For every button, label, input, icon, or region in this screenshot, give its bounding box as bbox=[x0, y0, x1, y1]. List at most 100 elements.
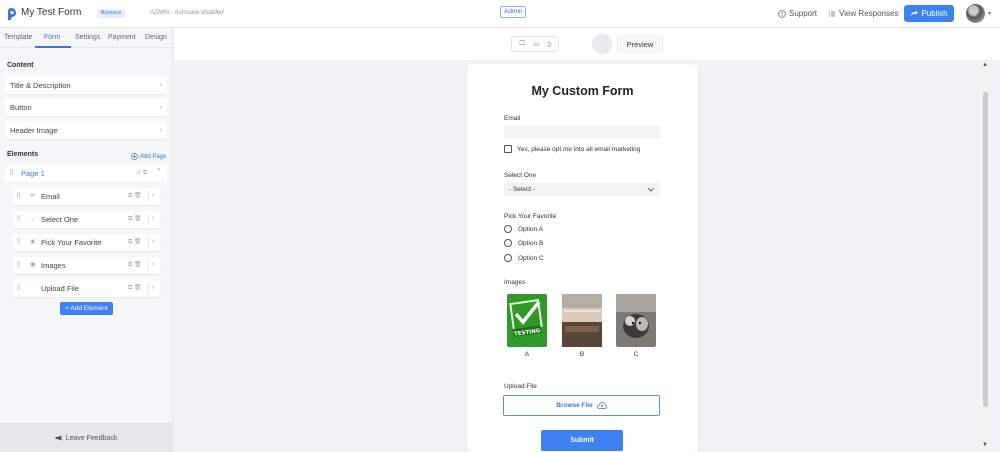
favorite-label: Pick Your Favorite bbox=[504, 213, 557, 220]
element-actions-icons[interactable]: ⧉ 🗑 bbox=[128, 192, 142, 200]
scrollbar-thumb[interactable] bbox=[983, 92, 988, 407]
element-label: Upload File bbox=[41, 284, 79, 293]
image-caption-b: B bbox=[579, 351, 585, 358]
svg-text:?: ? bbox=[781, 12, 784, 18]
tab-form[interactable]: Form bbox=[44, 34, 60, 41]
sidebar-tabs: Template Form Settings Payment Design bbox=[0, 28, 172, 48]
active-tab-indicator bbox=[35, 46, 71, 48]
opt-in-checkbox[interactable] bbox=[504, 145, 512, 153]
desktop-icon[interactable]: 🖵 bbox=[519, 41, 525, 48]
image-caption-c: C bbox=[633, 351, 639, 358]
admin-badge[interactable]: Admin bbox=[500, 6, 527, 18]
chevron-right-icon[interactable]: › bbox=[152, 261, 154, 268]
browse-file-button[interactable]: Browse File bbox=[503, 395, 660, 416]
image-option-b[interactable] bbox=[562, 294, 602, 347]
form-preview-card: My Custom Form Email Yes, please opt me … bbox=[467, 64, 698, 452]
radio-option-c[interactable]: Option C bbox=[504, 254, 544, 262]
tab-design[interactable]: Design bbox=[145, 34, 167, 41]
tab-template[interactable]: Template bbox=[4, 34, 32, 41]
drag-handle-icon[interactable]: ⠿ bbox=[16, 261, 21, 269]
divider bbox=[148, 214, 149, 225]
radio-button[interactable] bbox=[504, 239, 512, 247]
logo-icon[interactable] bbox=[5, 7, 17, 21]
page-actions-icons[interactable]: ◎ ⧉ bbox=[136, 169, 147, 177]
drag-handle-icon[interactable]: ⠿ bbox=[9, 169, 14, 177]
radio-label: Option A bbox=[518, 225, 543, 233]
add-page-label: Add Page bbox=[140, 153, 167, 160]
chevron-right-icon[interactable]: › bbox=[152, 192, 154, 199]
drag-handle-icon[interactable]: ⠿ bbox=[16, 192, 21, 200]
element-actions-icons[interactable]: ⧉ 🗑 bbox=[128, 215, 142, 223]
content-item-title-description[interactable]: Title & Description › bbox=[5, 76, 167, 94]
add-element-button[interactable]: + Add Element bbox=[60, 302, 113, 315]
content-item-button[interactable]: Button › bbox=[5, 98, 167, 116]
page-row[interactable]: ⠿ Page 1 ◎ ⧉ ^ bbox=[5, 165, 167, 182]
element-row-email[interactable]: ⠿ ✉ Email ⧉ 🗑 › bbox=[13, 188, 160, 205]
email-label: Email bbox=[504, 115, 521, 122]
chevron-up-icon[interactable]: ^ bbox=[157, 168, 160, 175]
radio-option-b[interactable]: Option B bbox=[504, 239, 543, 247]
envelope-icon: ✉ bbox=[30, 193, 36, 199]
chevron-right-icon: › bbox=[159, 103, 162, 111]
radio-option-a[interactable]: Option A bbox=[504, 225, 543, 233]
select-dropdown[interactable]: - Select - bbox=[504, 183, 660, 196]
radio-button[interactable] bbox=[504, 254, 512, 262]
divider bbox=[148, 260, 149, 271]
opt-in-checkbox-row[interactable]: Yes, please opt me into all email market… bbox=[504, 145, 640, 153]
drag-handle-icon[interactable]: ⠿ bbox=[16, 284, 21, 292]
preview-toolbar: 🖵 ▭ ▯ Preview bbox=[174, 28, 1000, 61]
chevron-right-icon[interactable]: › bbox=[152, 215, 154, 222]
content-heading: Content bbox=[7, 62, 34, 69]
scroll-up-icon[interactable]: ▲ bbox=[982, 62, 988, 68]
preview-button[interactable]: Preview bbox=[617, 35, 663, 53]
element-label: Pick Your Favorite bbox=[41, 238, 102, 247]
drag-handle-icon[interactable]: ⠿ bbox=[16, 238, 21, 246]
view-responses-link[interactable]: View Responses bbox=[828, 9, 898, 18]
element-label: Email bbox=[41, 192, 60, 201]
element-actions-icons[interactable]: ⧉ 🗑 bbox=[128, 238, 142, 246]
chevron-down-icon[interactable]: ▾ bbox=[988, 10, 991, 17]
divider bbox=[148, 191, 149, 202]
element-actions-icons[interactable]: ⧉ 🗑 bbox=[128, 261, 142, 269]
opt-in-label: Yes, please opt me into all email market… bbox=[517, 145, 641, 153]
mobile-icon[interactable]: ▯ bbox=[547, 41, 550, 48]
element-row-upload-file[interactable]: ⠿ ◌ Upload File ⧉ 🗑 › bbox=[13, 280, 160, 297]
email-field[interactable] bbox=[504, 126, 660, 139]
image-option-a[interactable]: TESTING bbox=[507, 294, 547, 347]
content-item-label: Header Image bbox=[10, 125, 58, 135]
content-item-label: Button bbox=[10, 102, 32, 112]
page-label: Page 1 bbox=[21, 169, 45, 178]
add-page-button[interactable]: Add Page bbox=[131, 153, 166, 160]
drag-handle-icon[interactable]: ⠿ bbox=[16, 215, 21, 223]
element-row-select-one[interactable]: ⠿ ⌄ Select One ⧉ 🗑 › bbox=[13, 211, 160, 228]
chevron-right-icon: › bbox=[159, 81, 162, 89]
element-row-pick-your-favorite[interactable]: ⠿ ◉ Pick Your Favorite ⧉ 🗑 › bbox=[13, 234, 160, 251]
radio-label: Option B bbox=[518, 239, 544, 247]
plus-circle-icon bbox=[131, 153, 138, 160]
leave-feedback-button[interactable]: Leave Feedback bbox=[0, 423, 172, 452]
image-option-c[interactable] bbox=[616, 294, 656, 347]
element-label: Images bbox=[41, 261, 66, 270]
chevron-right-icon[interactable]: › bbox=[152, 284, 154, 291]
support-label: Support bbox=[789, 9, 818, 18]
content-item-header-image[interactable]: Header Image › bbox=[5, 121, 167, 139]
publish-button[interactable]: Publish bbox=[904, 5, 954, 22]
toggle-circle[interactable] bbox=[592, 34, 612, 54]
tab-settings[interactable]: Settings bbox=[75, 34, 100, 41]
avatar[interactable] bbox=[966, 4, 985, 23]
content-item-label: Title & Description bbox=[10, 80, 71, 90]
chevron-right-icon[interactable]: › bbox=[152, 238, 154, 245]
element-row-images[interactable]: ⠿ ▣ Images ⧉ 🗑 › bbox=[13, 257, 160, 274]
image-icon: ▣ bbox=[30, 262, 36, 268]
elements-heading: Elements bbox=[7, 151, 39, 158]
support-link[interactable]: ? Support bbox=[778, 9, 817, 18]
radio-button[interactable] bbox=[504, 225, 512, 233]
scroll-down-icon[interactable]: ▼ bbox=[982, 442, 988, 448]
help-circle-icon: ? bbox=[778, 9, 786, 18]
submit-button[interactable]: Submit bbox=[541, 430, 623, 451]
tab-payment[interactable]: Payment bbox=[108, 34, 136, 41]
sidebar: Template Form Settings Payment Design Co… bbox=[0, 28, 173, 452]
element-actions-icons[interactable]: ⧉ 🗑 bbox=[128, 284, 142, 292]
form-title-header[interactable]: My Test Form bbox=[21, 7, 81, 18]
tablet-icon[interactable]: ▭ bbox=[533, 41, 539, 48]
